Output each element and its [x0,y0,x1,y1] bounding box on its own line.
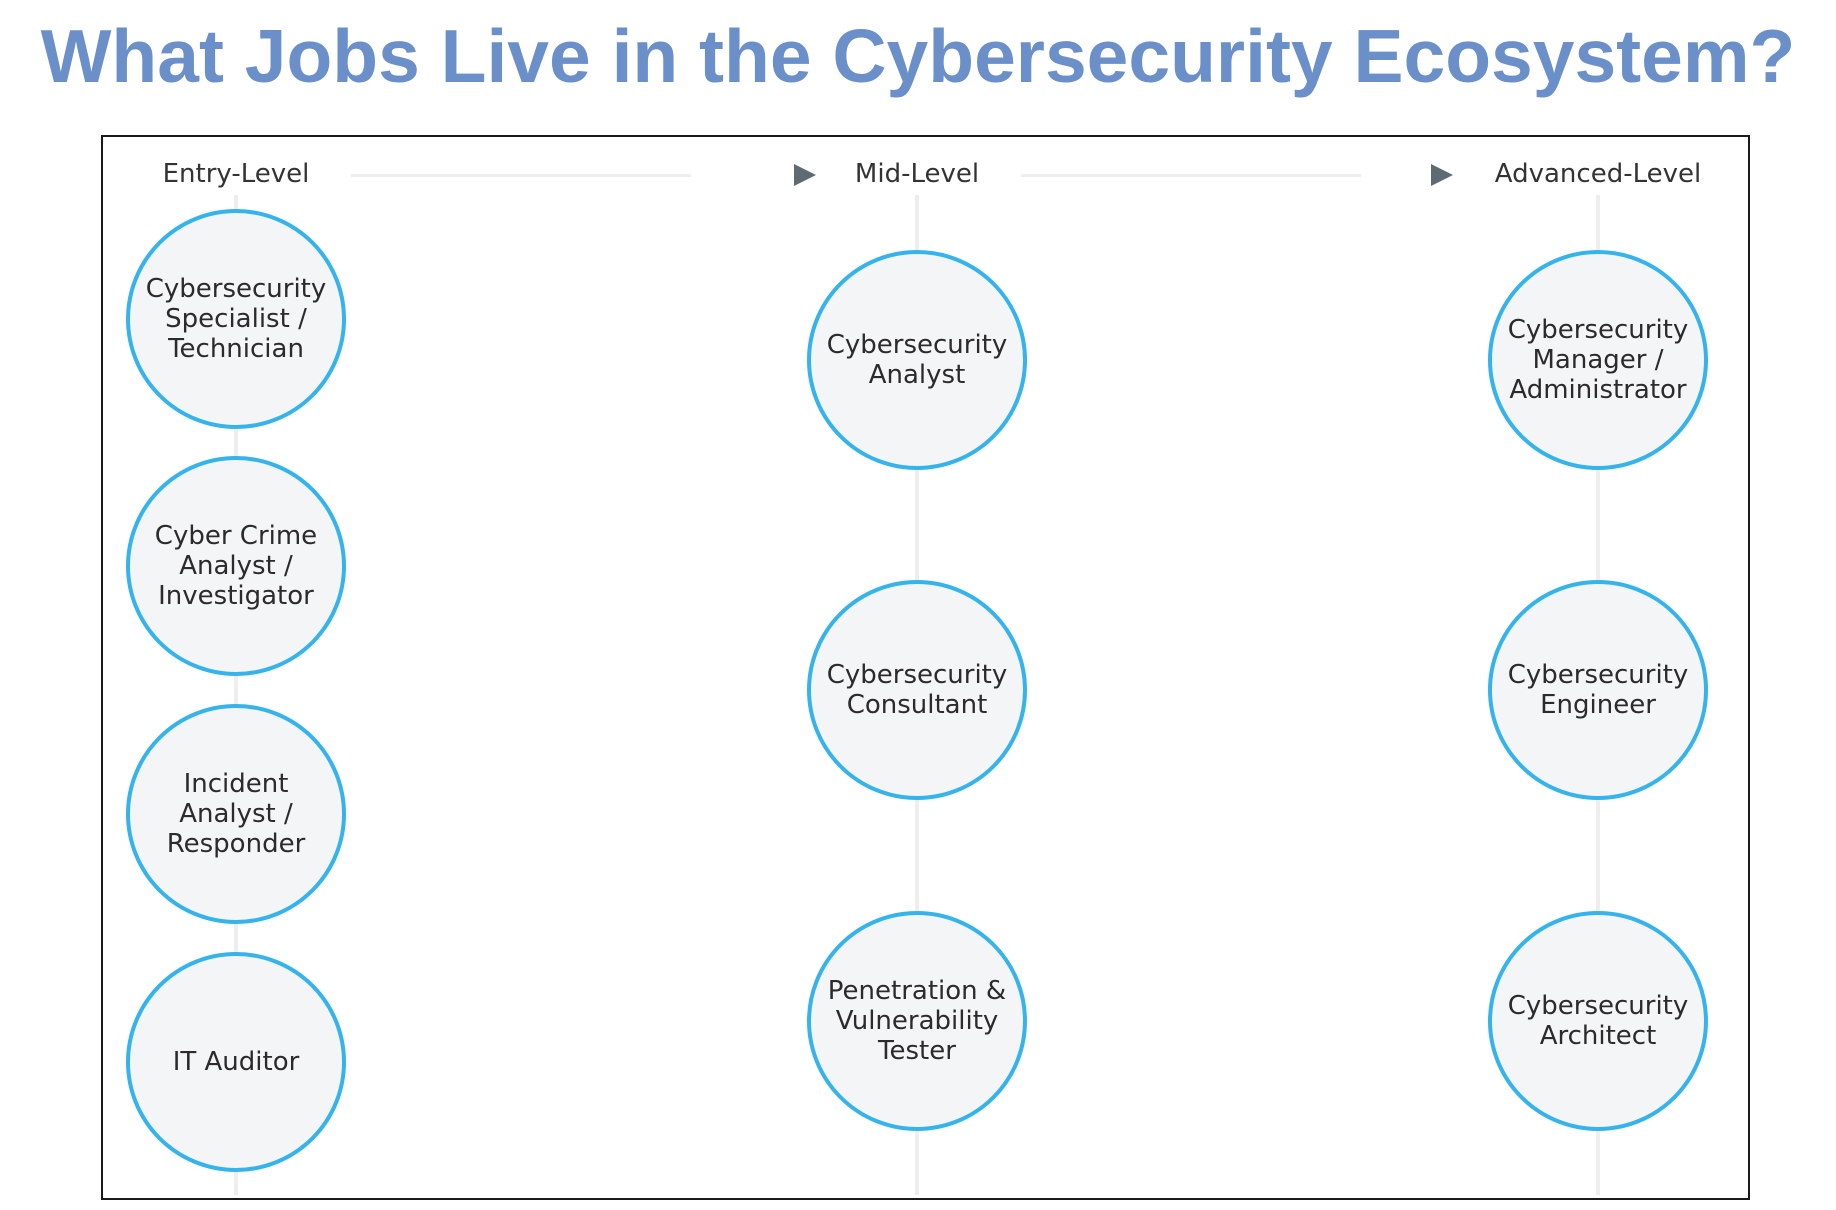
job-label: Cybersecurity Analyst [826,330,1008,390]
job-node-cybersecurity-manager-administrator: Cybersecurity Manager / Administrator [1488,250,1708,470]
job-label: Incident Analyst / Responder [166,769,306,859]
job-label: Penetration & Vulnerability Tester [827,976,1007,1066]
job-node-cyber-crime-analyst-investigator: Cyber Crime Analyst / Investigator [126,456,346,676]
job-node-cybersecurity-analyst: Cybersecurity Analyst [807,250,1027,470]
job-node-cybersecurity-engineer: Cybersecurity Engineer [1488,580,1708,800]
job-node-cybersecurity-architect: Cybersecurity Architect [1488,911,1708,1131]
job-node-penetration-vulnerability-tester: Penetration & Vulnerability Tester [807,911,1027,1131]
career-path-diagram: Entry-Level Cybersecurity Specialist / T… [101,135,1750,1200]
job-label: Cybersecurity Architect [1507,991,1689,1051]
mid-level-column: Mid-Level Cybersecurity Analyst Cybersec… [797,137,1037,1198]
mid-level-heading: Mid-Level [854,159,980,189]
job-label: Cybersecurity Consultant [826,660,1008,720]
job-node-cybersecurity-specialist-technician: Cybersecurity Specialist / Technician [126,209,346,429]
job-node-cybersecurity-consultant: Cybersecurity Consultant [807,580,1027,800]
entry-to-mid-connector [351,174,691,177]
job-label: IT Auditor [172,1047,300,1077]
job-node-it-auditor: IT Auditor [126,952,346,1172]
job-label: Cybersecurity Manager / Administrator [1507,315,1689,405]
page-title: What Jobs Live in the Cybersecurity Ecos… [40,14,1796,98]
job-node-incident-analyst-responder: Incident Analyst / Responder [126,704,346,924]
entry-level-column: Entry-Level Cybersecurity Specialist / T… [116,137,356,1198]
job-label: Cyber Crime Analyst / Investigator [154,521,318,611]
entry-level-heading: Entry-Level [162,159,310,189]
job-label: Cybersecurity Specialist / Technician [145,274,327,364]
advanced-level-heading: Advanced-Level [1494,159,1702,189]
job-label: Cybersecurity Engineer [1507,660,1689,720]
advanced-level-column: Advanced-Level Cybersecurity Manager / A… [1478,137,1718,1198]
